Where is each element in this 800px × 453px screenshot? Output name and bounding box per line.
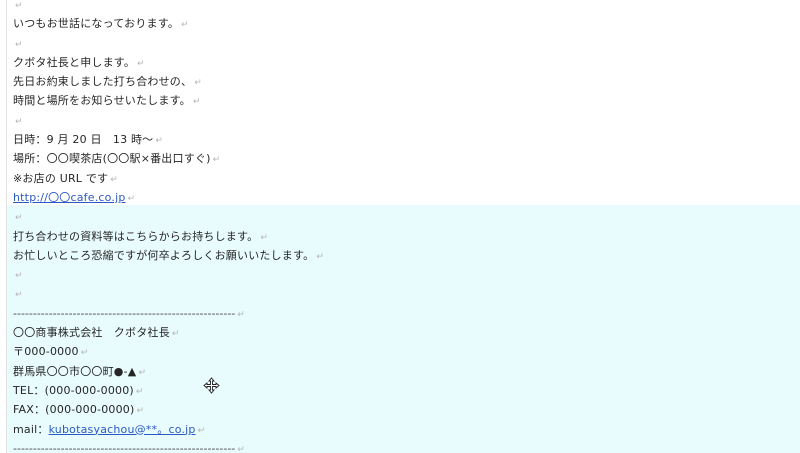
blank-line: ↵ bbox=[13, 284, 793, 303]
line-text: 〒000-0000 bbox=[13, 345, 79, 359]
document-body[interactable]: ↵ いつもお世話になっております。 ↵ ↵ クボタ社長と申します。 ↵ 先日お約束し… bbox=[13, 0, 793, 453]
url-note-line: ※お店の URL です ↵ bbox=[13, 169, 793, 188]
line-text: ※お店の URL です bbox=[13, 171, 109, 185]
line-text: クボタ社長と申します。 bbox=[13, 55, 136, 69]
paragraph-mark: ↵ bbox=[137, 58, 145, 69]
paragraph-mark: ↵ bbox=[192, 97, 201, 108]
mail-label: mail： bbox=[13, 422, 49, 436]
line-text: お忙しいところ恐縮ですが何卒よろしくお願いいたします。 bbox=[13, 248, 315, 262]
paragraph-mark: ↵ bbox=[212, 155, 221, 166]
blank-line: ↵ bbox=[13, 265, 793, 284]
postal-code-line: 〒000-0000 ↵ bbox=[13, 342, 793, 361]
signature-top-rule: ----------------------------------------… bbox=[13, 304, 793, 323]
fax-line: FAX：(000-000-0000) ↵ bbox=[13, 400, 793, 419]
paragraph-mark: ↵ bbox=[155, 136, 164, 147]
paragraph-mark: ↵ bbox=[15, 1, 23, 11]
paragraph-mark: ↵ bbox=[15, 271, 23, 282]
body-line: 時間と場所をお知らせいたします。 ↵ bbox=[13, 91, 793, 110]
paragraph-mark: ↵ bbox=[171, 329, 180, 340]
greeting-line: いつもお世話になっております。 ↵ bbox=[13, 14, 793, 33]
line-text: 群馬県〇〇市〇〇町●-▲ bbox=[13, 364, 137, 378]
line-text: ----------------------------------------… bbox=[13, 306, 236, 320]
paragraph-mark: ↵ bbox=[15, 290, 23, 301]
blank-line: ↵ bbox=[13, 111, 793, 130]
paragraph-mark: ↵ bbox=[127, 193, 136, 204]
blank-line: ↵ bbox=[13, 34, 793, 53]
date-line: 日時：9 月 20 日 13 時〜 ↵ bbox=[13, 130, 793, 149]
materials-line: 打ち合わせの資料等はこちらからお持ちします。 ↵ bbox=[13, 227, 793, 246]
closing-line: お忙しいところ恐縮ですが何卒よろしくお願いいたします。 ↵ bbox=[13, 246, 793, 265]
mail-address-link[interactable]: kubotasyachou@**。co.jp bbox=[49, 423, 196, 436]
paragraph-mark: ↵ bbox=[138, 367, 147, 378]
line-text: FAX：(000-000-0000) bbox=[13, 403, 135, 417]
line-text: 日時：9 月 20 日 13 時〜 bbox=[13, 133, 154, 147]
paragraph-mark: ↵ bbox=[15, 39, 23, 50]
intro-line: クボタ社長と申します。 ↵ bbox=[13, 53, 793, 72]
tel-line: TEL：(000-000-0000) ↵ bbox=[13, 381, 793, 400]
line-text: 打ち合わせの資料等はこちらからお持ちします。 bbox=[13, 229, 259, 243]
paragraph-mark: ↵ bbox=[194, 78, 202, 89]
mail-line: mail：kubotasyachou@**。co.jp ↵ bbox=[13, 420, 793, 439]
company-line: 〇〇商事株式会社 クボタ社長 ↵ bbox=[13, 323, 793, 342]
paragraph-mark: ↵ bbox=[181, 20, 189, 31]
line-text: 先日お約束しました打ち合わせの、 bbox=[13, 75, 193, 89]
line-text: 場所：〇〇喫茶店(〇〇駅×番出口すぐ) bbox=[13, 152, 211, 166]
address-line: 群馬県〇〇市〇〇町●-▲ ↵ bbox=[13, 362, 793, 381]
move-cursor-icon bbox=[203, 377, 220, 394]
paragraph-mark: ↵ bbox=[135, 386, 144, 397]
paragraph-mark: ↵ bbox=[316, 251, 325, 262]
line-text: 時間と場所をお知らせいたします。 bbox=[13, 94, 191, 108]
paragraph-mark: ↵ bbox=[15, 116, 23, 127]
line-text: TEL：(000-000-0000) bbox=[13, 383, 134, 397]
paragraph-mark: ↵ bbox=[80, 348, 89, 359]
signature-bottom-rule: ----------------------------------------… bbox=[13, 439, 793, 453]
paragraph-mark: ↵ bbox=[237, 444, 245, 453]
line-text: ----------------------------------------… bbox=[13, 441, 236, 453]
body-line: 先日お約束しました打ち合わせの、 ↵ bbox=[13, 72, 793, 91]
paragraph-mark: ↵ bbox=[237, 309, 245, 320]
blank-line: ↵ bbox=[13, 207, 793, 226]
place-line: 場所：〇〇喫茶店(〇〇駅×番出口すぐ) ↵ bbox=[13, 149, 793, 168]
paragraph-mark: ↵ bbox=[197, 425, 206, 436]
blank-line: ↵ bbox=[13, 0, 793, 14]
paragraph-mark: ↵ bbox=[136, 406, 145, 417]
cafe-link-line: http://〇〇cafe.co.jp ↵ bbox=[13, 188, 793, 207]
line-text: 〇〇商事株式会社 クボタ社長 bbox=[13, 326, 170, 340]
paragraph-mark: ↵ bbox=[260, 232, 269, 243]
line-text: いつもお世話になっております。 bbox=[13, 17, 180, 31]
paragraph-mark: ↵ bbox=[15, 213, 23, 224]
document-page: ↵ いつもお世話になっております。 ↵ ↵ クボタ社長と申します。 ↵ 先日お約束し… bbox=[0, 0, 800, 453]
paragraph-mark: ↵ bbox=[110, 174, 118, 185]
cafe-url-link[interactable]: http://〇〇cafe.co.jp bbox=[13, 191, 126, 204]
